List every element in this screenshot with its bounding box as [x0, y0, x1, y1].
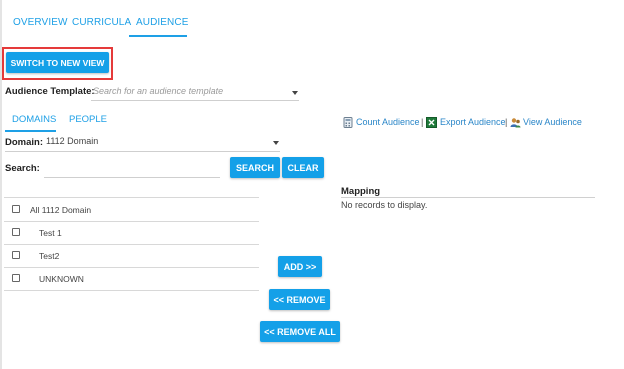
tab-overview[interactable]: OVERVIEW — [13, 17, 68, 28]
list-item: Test 1 — [39, 228, 62, 238]
switch-to-new-view-button[interactable]: SWITCH TO NEW VIEW — [6, 52, 109, 73]
separator: | — [505, 117, 508, 127]
clear-button[interactable]: CLEAR — [282, 157, 324, 178]
separator: | — [421, 117, 424, 127]
mapping-header: Mapping — [341, 186, 381, 197]
domain-select-underline — [5, 151, 280, 152]
remove-all-button[interactable]: << REMOVE ALL — [260, 321, 340, 342]
active-subtab-indicator — [5, 130, 56, 132]
search-input-underline — [44, 177, 220, 178]
remove-button[interactable]: << REMOVE — [269, 289, 330, 310]
list-item: Test2 — [39, 251, 60, 261]
domain-select[interactable]: 1112 Domain — [46, 136, 98, 146]
search-label: Search: — [5, 163, 40, 174]
audience-template-underline — [91, 100, 299, 101]
list-item: All 1112 Domain — [30, 205, 92, 215]
search-button[interactable]: SEARCH — [230, 157, 280, 178]
calculator-icon — [343, 117, 353, 128]
chevron-down-icon[interactable] — [273, 141, 279, 145]
mapping-divider — [341, 197, 595, 198]
checkbox[interactable] — [12, 251, 20, 259]
checkbox[interactable] — [12, 228, 20, 236]
list-divider — [4, 267, 259, 268]
users-icon — [510, 118, 521, 128]
checkbox[interactable] — [12, 274, 20, 282]
tab-people[interactable]: PEOPLE — [69, 114, 107, 125]
tab-curricula[interactable]: CURRICULA — [72, 17, 131, 28]
list-divider — [4, 197, 259, 198]
view-audience-link[interactable]: View Audience — [523, 117, 582, 127]
no-records-message: No records to display. — [341, 200, 428, 210]
audience-template-search-input[interactable]: Search for an audience template — [93, 86, 223, 96]
checkbox[interactable] — [12, 205, 20, 213]
list-divider — [4, 221, 259, 222]
audience-template-label: Audience Template: — [5, 86, 95, 97]
add-button[interactable]: ADD >> — [278, 256, 322, 277]
domain-label: Domain: — [5, 137, 43, 148]
count-audience-link[interactable]: Count Audience — [356, 117, 420, 127]
tab-domains[interactable]: DOMAINS — [12, 114, 56, 125]
list-item: UNKNOWN — [39, 274, 84, 284]
export-audience-link[interactable]: Export Audience — [440, 117, 506, 127]
list-divider — [4, 290, 259, 291]
active-tab-indicator — [129, 35, 187, 37]
excel-icon — [426, 117, 437, 128]
chevron-down-icon[interactable] — [292, 91, 298, 95]
list-divider — [4, 244, 259, 245]
tab-audience[interactable]: AUDIENCE — [136, 17, 188, 28]
